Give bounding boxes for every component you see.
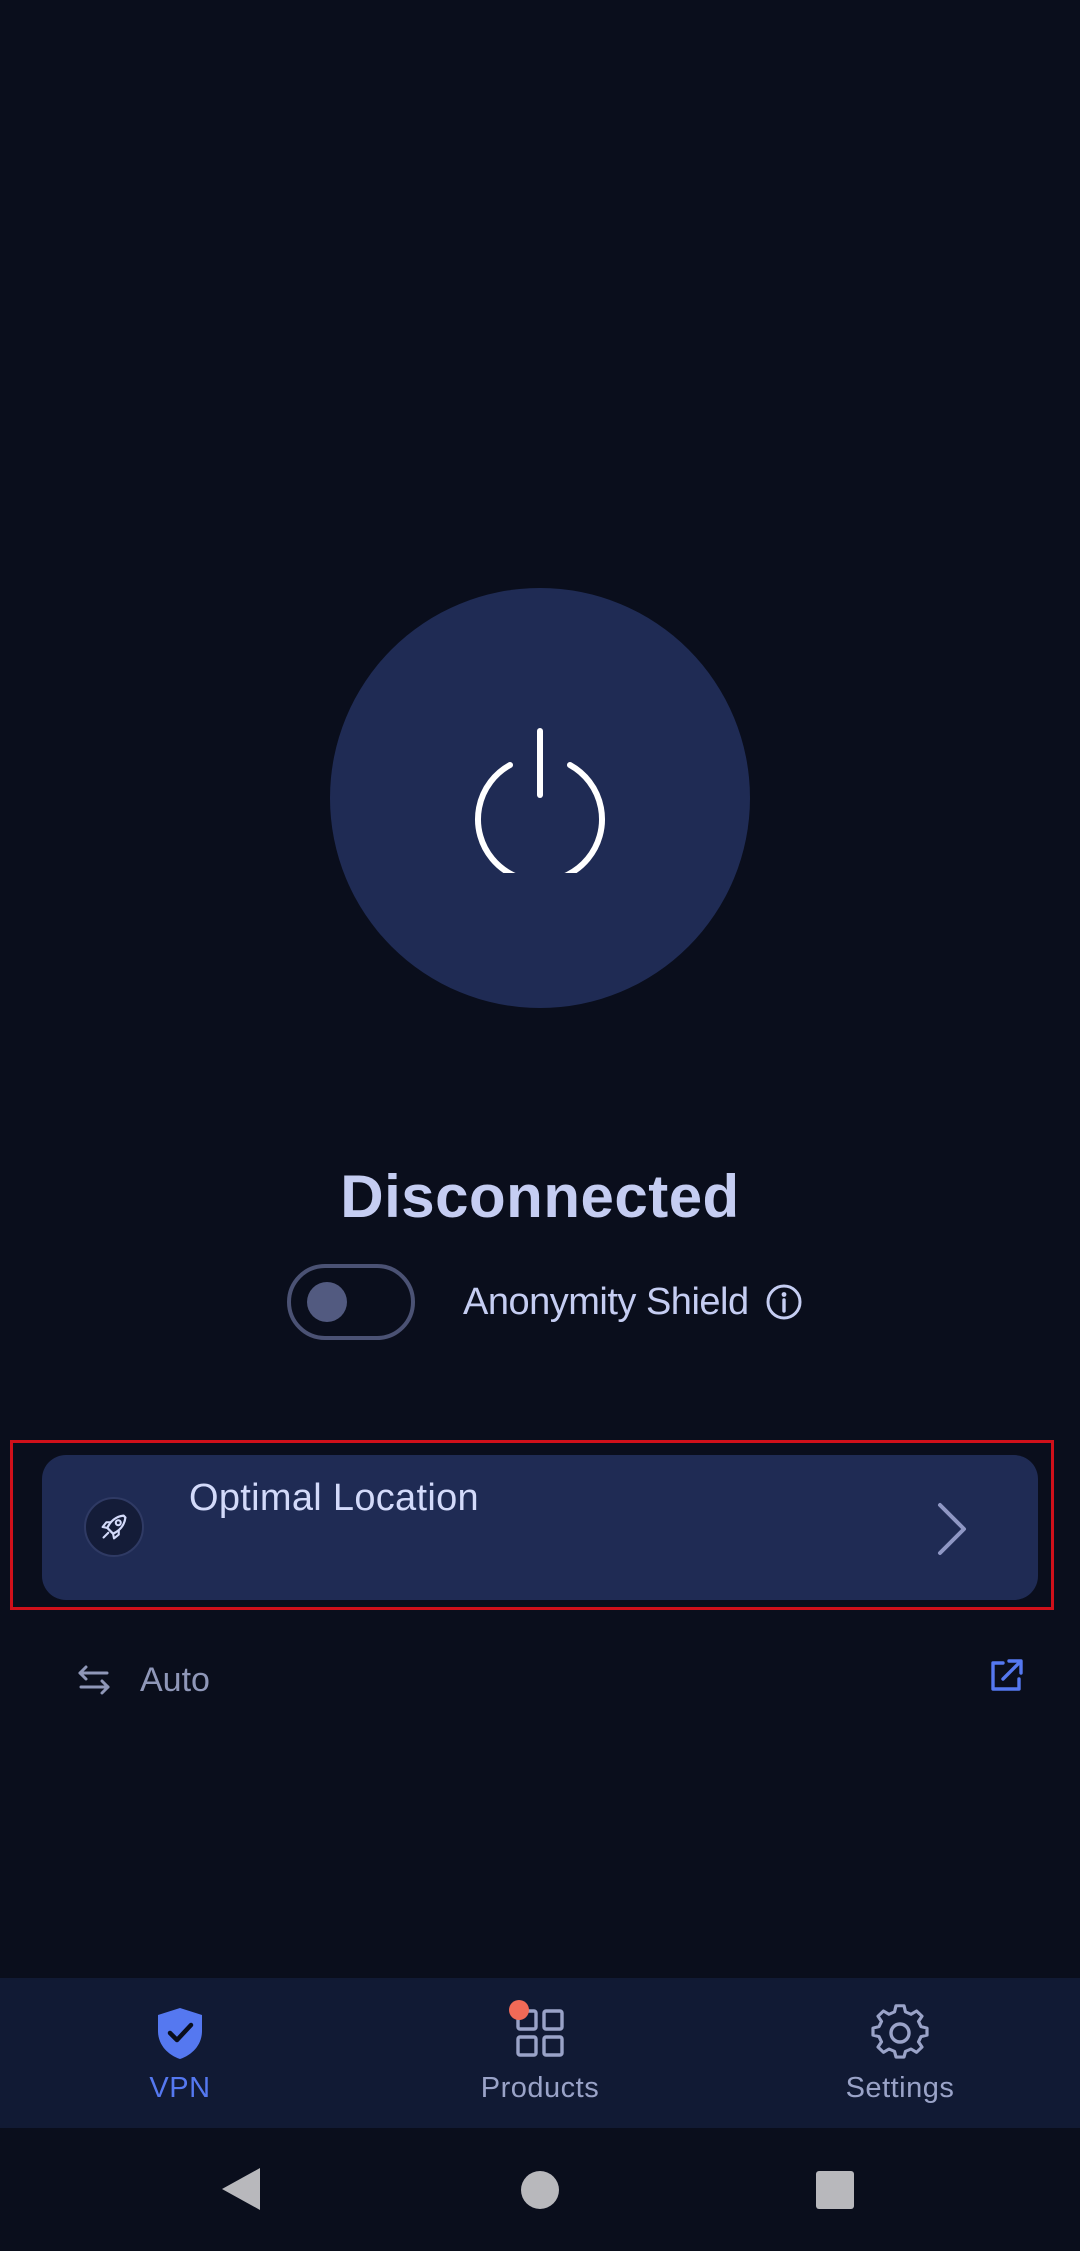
recents-icon[interactable]	[815, 2170, 855, 2210]
nav-label-settings: Settings	[845, 2072, 955, 2104]
anonymity-shield-row: Anonymity Shield	[287, 1260, 803, 1344]
grid-icon	[509, 2000, 569, 2062]
anonymity-shield-label: Anonymity Shield	[463, 1280, 749, 1323]
shield-check-icon	[158, 2008, 202, 2059]
anonymity-shield-toggle[interactable]	[287, 1264, 415, 1340]
toggle-knob	[307, 1282, 347, 1322]
power-icon	[475, 728, 605, 873]
rocket-icon	[84, 1497, 144, 1557]
nav-label-vpn: VPN	[149, 2072, 211, 2104]
nav-item-vpn[interactable]: VPN	[0, 1978, 360, 2128]
location-title: Optimal Location	[189, 1477, 479, 1519]
gear-icon	[871, 2004, 929, 2059]
location-selector[interactable]: Optimal Location	[42, 1455, 1038, 1600]
bottom-navigation: VPN Products Settings	[0, 1978, 1080, 2128]
notification-badge	[509, 2000, 529, 2020]
system-navigation-bar	[0, 2128, 1080, 2251]
power-button[interactable]	[330, 588, 750, 1008]
swap-arrows-icon	[78, 1665, 110, 1695]
nav-item-settings[interactable]: Settings	[720, 1978, 1080, 2128]
home-icon[interactable]	[520, 2170, 560, 2210]
chevron-right-icon	[938, 1503, 966, 1555]
nav-label-products: Products	[480, 2072, 600, 2104]
external-link-icon[interactable]	[985, 1655, 1027, 1697]
protocol-selector[interactable]: Auto	[74, 1655, 210, 1705]
info-icon[interactable]	[765, 1283, 803, 1321]
connection-status: Disconnected	[340, 1163, 740, 1230]
protocol-label: Auto	[140, 1660, 210, 1699]
back-icon[interactable]	[220, 2166, 262, 2212]
nav-item-products[interactable]: Products	[360, 1978, 720, 2128]
